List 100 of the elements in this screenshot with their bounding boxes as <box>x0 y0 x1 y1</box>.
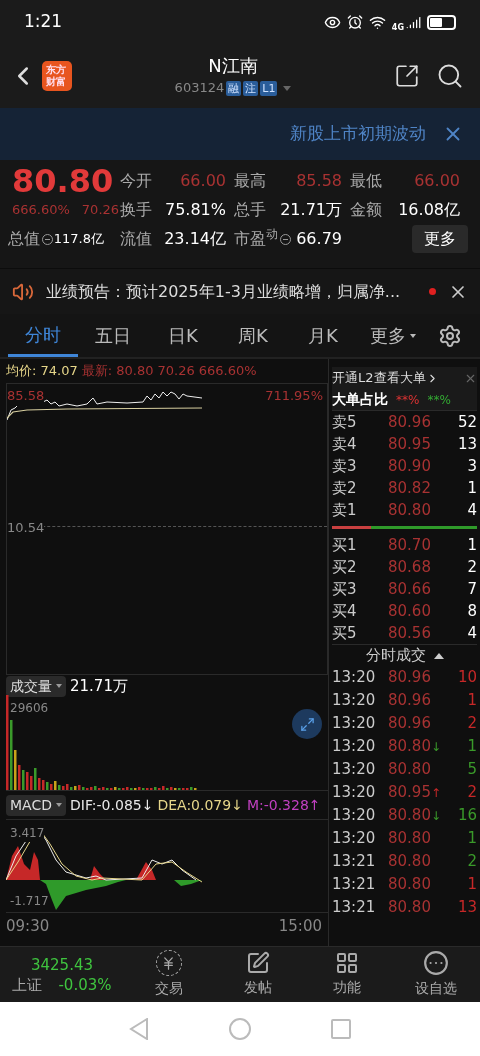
stat-label: 金额 <box>350 199 382 221</box>
stat-label: 换手 <box>120 199 152 221</box>
order-volume: 1 <box>466 535 477 556</box>
order-volume: 3 <box>466 456 477 477</box>
level-label: 卖5 <box>332 412 358 433</box>
order-price: 80.56 <box>387 623 432 644</box>
edit-icon <box>245 951 270 975</box>
trade-price: 80.80 <box>388 759 431 781</box>
expand-button[interactable] <box>292 709 322 739</box>
trade-time: 13:20 <box>332 736 377 758</box>
stat-value: 85.58 <box>296 170 342 192</box>
caret-icon <box>55 803 62 807</box>
order-volume: 2 <box>466 557 477 578</box>
caret-icon[interactable] <box>283 85 292 91</box>
level-label: 买3 <box>332 579 358 600</box>
notice-banner[interactable]: 新股上市初期波动 <box>0 108 480 160</box>
change-percent: 666.60% <box>12 201 70 220</box>
toolbar-button[interactable]: 功能 <box>302 951 391 998</box>
trade-price: 80.80 <box>388 897 431 919</box>
stock-code: 603124 <box>174 79 225 98</box>
search-icon <box>436 62 464 90</box>
macd-value: M:-0.328↑ <box>246 795 321 815</box>
volume-total: 21.71万 <box>70 675 128 697</box>
order-volume: 8 <box>466 601 477 622</box>
caret-icon <box>56 684 62 688</box>
trade-volume: 5 <box>466 759 477 781</box>
chart-tab[interactable]: 周K <box>218 314 288 357</box>
trade-time: 13:20 <box>332 805 377 827</box>
toolbar-button[interactable]: 交易 <box>124 950 213 999</box>
change-amount: 70.26 <box>81 201 120 220</box>
index-change: -0.03% <box>58 974 112 995</box>
stat-value: 66.00 <box>180 170 226 192</box>
level-label: 卖3 <box>332 456 358 477</box>
trade-volume: 1 <box>466 736 477 758</box>
chart-tab[interactable]: 更多 <box>358 314 428 357</box>
trade-volume: 2 <box>466 782 477 804</box>
stat-value: 117.8亿 <box>53 230 104 249</box>
stat-label: 今开 <box>120 170 152 192</box>
share-button[interactable] <box>394 63 420 89</box>
trade-time: 13:20 <box>332 782 377 804</box>
chart-tab[interactable]: 日K <box>148 314 218 357</box>
stock-name: N江南 <box>208 54 258 79</box>
order-volume: 4 <box>466 623 477 644</box>
current-price: 80.80 <box>12 163 115 199</box>
announcement-text: 业绩预告：预计2025年1-3月业绩略增，归属净... <box>46 280 402 303</box>
index-value: 3425.43 <box>31 954 93 975</box>
latest-price: 最新: 80.80 <box>81 362 154 381</box>
indicator-dropdown[interactable]: MACD <box>6 794 66 816</box>
trade-time: 13:20 <box>332 713 377 735</box>
chart-tab[interactable]: 月K <box>288 314 358 357</box>
stat-value: 16.08亿 <box>398 199 460 221</box>
stock-tag: L1 <box>260 80 278 96</box>
trend-arrow: ↓ <box>430 739 442 754</box>
index-widget[interactable]: 3425.43 上证 -0.03% <box>0 954 124 995</box>
trade-volume: 13 <box>456 897 477 919</box>
stat-value: 66.00 <box>414 170 460 192</box>
stat-value: 66.79 <box>296 228 342 250</box>
trade-time: 13:21 <box>332 874 377 896</box>
order-price: 80.96 <box>387 412 432 433</box>
settings-icon <box>438 323 462 348</box>
search-button[interactable] <box>436 62 464 90</box>
chart-change: 70.26 <box>157 362 195 381</box>
order-price: 80.82 <box>387 478 432 499</box>
chart-tab[interactable]: 五日 <box>78 314 148 357</box>
trade-volume: 2 <box>466 713 477 735</box>
announcement-bar[interactable]: 业绩预告：预计2025年1-3月业绩略增，归属净... <box>0 268 480 314</box>
macd-value: DEA:0.079↓ <box>157 795 243 815</box>
macd-value: DIF:-0.085↓ <box>69 795 154 815</box>
battery-icon <box>427 14 456 30</box>
order-price: 80.80 <box>387 500 432 521</box>
network-type: 4G <box>391 24 404 32</box>
toolbar-button[interactable]: 发帖 <box>213 951 302 998</box>
level-label: 买5 <box>332 623 358 644</box>
stock-tag: 注 <box>243 80 259 96</box>
macd-max-label: 3.417 <box>10 824 45 842</box>
trade-time: 13:21 <box>332 897 377 919</box>
index-name: 上证 <box>12 974 43 995</box>
more-icon <box>422 950 449 976</box>
trade-time: 13:20 <box>332 828 377 850</box>
level-label: 卖2 <box>332 478 358 499</box>
more-button[interactable]: 更多 <box>412 225 468 253</box>
level-label: 买4 <box>332 601 358 622</box>
stat-label: 总手 <box>234 199 266 221</box>
trade-volume: 1 <box>466 874 477 896</box>
toolbar-button[interactable]: 设自选 <box>391 950 480 999</box>
avg-price: 均价: 74.07 <box>6 362 78 381</box>
chart-tab[interactable]: 分时 <box>8 314 78 357</box>
trend-arrow: ↓ <box>430 808 442 823</box>
stat-label: 最高 <box>234 170 266 192</box>
expand-icon <box>299 716 315 732</box>
indicator-dropdown[interactable]: 成交量 <box>6 675 66 697</box>
app-logo: 东方财富 <box>42 61 72 91</box>
level-label: 买1 <box>332 535 358 556</box>
order-price: 80.70 <box>387 535 432 556</box>
trades-header[interactable]: 分时成交 <box>332 644 477 666</box>
alarm-icon <box>346 14 363 30</box>
end-time: 15:00 <box>278 915 322 937</box>
big-sell-ratio: **% <box>427 391 451 409</box>
order-price: 80.60 <box>387 601 432 622</box>
chart-change-percent: 666.60% <box>198 362 257 381</box>
